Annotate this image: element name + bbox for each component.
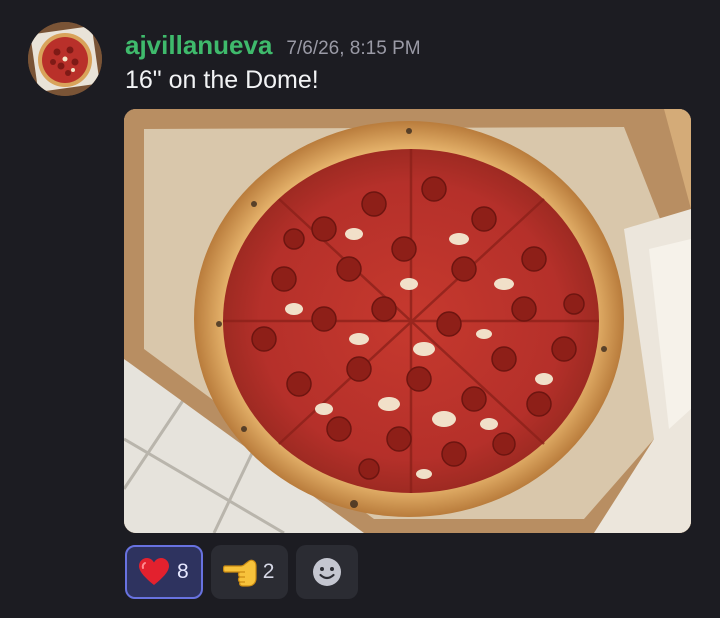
message-header: ajvillanueva 7/6/26, 8:15 PM (125, 30, 421, 61)
backhand-index-pointing-left-icon (222, 555, 257, 589)
username[interactable]: ajvillanueva (125, 30, 272, 61)
reaction-count: 2 (262, 560, 275, 583)
red-heart-icon (137, 555, 171, 589)
smiley-face-icon (310, 555, 344, 589)
reaction-pointing-left[interactable]: 2 (210, 545, 289, 599)
reaction-heart[interactable]: 8 (125, 545, 203, 599)
message-text: 16" on the Dome! (125, 66, 319, 94)
message-timestamp: 7/6/26, 8:15 PM (286, 38, 421, 59)
chat-message: ajvillanueva 7/6/26, 8:15 PM 16" on the … (0, 0, 720, 618)
image-attachment[interactable] (124, 109, 691, 533)
add-reaction-button[interactable] (296, 545, 359, 599)
user-avatar[interactable] (28, 22, 102, 96)
reaction-count: 8 (177, 560, 189, 583)
reactions-bar: 8 2 (125, 545, 359, 599)
